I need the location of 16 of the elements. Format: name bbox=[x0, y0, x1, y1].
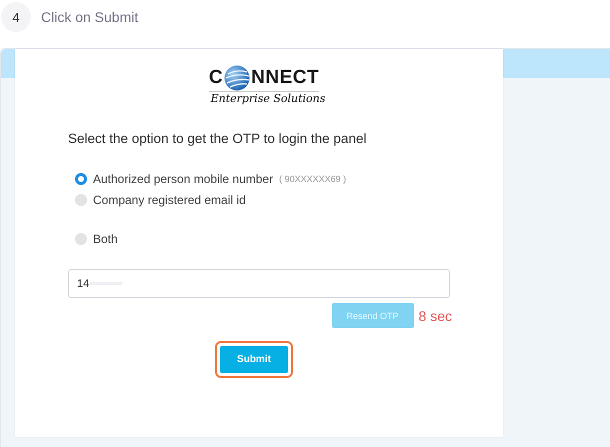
option-label[interactable]: Both bbox=[93, 232, 118, 246]
logo-text: NNECT bbox=[251, 67, 320, 89]
masked-number: ( 90XXXXXX69 ) bbox=[279, 174, 346, 184]
globe-icon bbox=[224, 65, 250, 91]
logo-text: C bbox=[208, 67, 224, 89]
radio-button[interactable] bbox=[75, 232, 87, 244]
instruction-text: Select the option to get the OTP to login the panel bbox=[68, 131, 368, 146]
countdown-timer: 8 sec bbox=[418, 308, 452, 324]
otp-input-field[interactable]: 14 bbox=[68, 269, 450, 298]
option-label[interactable]: Authorized person mobile number bbox=[93, 172, 274, 186]
radio-button[interactable] bbox=[75, 172, 87, 184]
step-title: Click on Submit bbox=[41, 9, 138, 25]
option-label[interactable]: Company registered email id bbox=[93, 192, 246, 206]
radio-button[interactable] bbox=[75, 194, 87, 206]
step-number: 4 bbox=[1, 2, 31, 32]
logo-tagline: Enterprise Solutions bbox=[210, 92, 326, 105]
